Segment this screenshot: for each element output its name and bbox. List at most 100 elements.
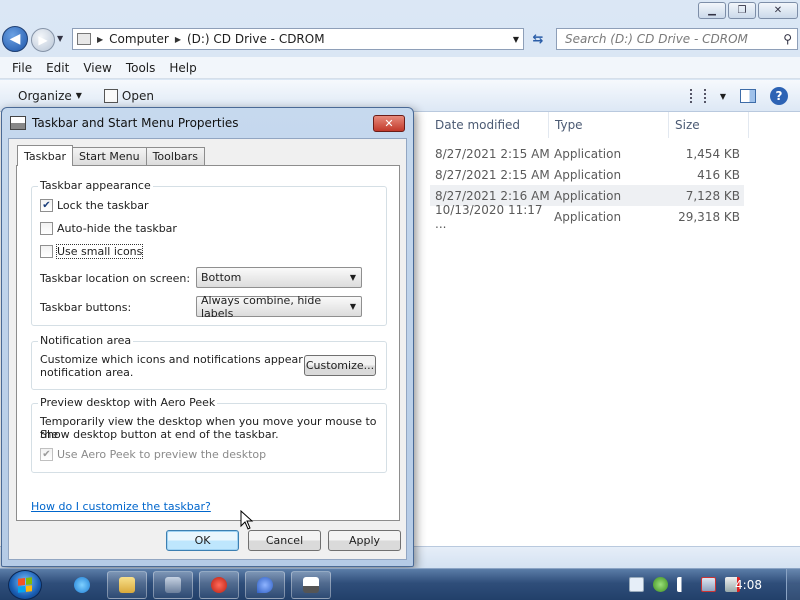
taskbar-appearance-group: Taskbar appearance ✔ Lock the taskbar Au… — [31, 179, 387, 326]
taskbar-app-3[interactable] — [245, 571, 285, 599]
taskbar-app-1[interactable] — [153, 571, 193, 599]
network-error-icon[interactable] — [701, 577, 716, 592]
taskbar-location-label: Taskbar location on screen: — [40, 272, 191, 285]
dialog-titlebar[interactable]: Taskbar and Start Menu Properties ✕ — [2, 108, 413, 138]
help-icon[interactable]: ? — [770, 87, 788, 105]
close-button[interactable]: ✕ — [758, 2, 798, 19]
column-header-type-label: Type — [555, 118, 583, 132]
apply-button[interactable]: Apply — [328, 530, 401, 551]
cancel-label: Cancel — [265, 534, 304, 547]
ok-button[interactable]: OK — [166, 530, 239, 551]
file-date: 10/13/2020 11:17 ... — [435, 202, 543, 231]
menu-bar: File Edit View Tools Help — [0, 57, 800, 79]
notification-desc-line1: Customize which icons and notifications … — [40, 353, 338, 366]
column-header-type[interactable]: Type — [549, 112, 669, 138]
breadcrumb-computer[interactable]: Computer — [109, 32, 169, 46]
taskbar: 4:08 — [0, 568, 800, 600]
taskbar-app-2[interactable] — [199, 571, 239, 599]
back-button[interactable]: ◀ — [2, 26, 28, 52]
open-button[interactable]: Open — [103, 88, 154, 103]
checkbox-checked-icon: ✔ — [40, 199, 53, 212]
taskbar-buttons-select[interactable]: Always combine, hide labels ▼ — [196, 293, 362, 320]
folder-icon — [119, 577, 135, 593]
search-icon[interactable]: ⚲ — [783, 32, 792, 46]
lock-taskbar-checkbox[interactable]: ✔ Lock the taskbar — [40, 199, 149, 212]
preview-pane-icon[interactable] — [740, 89, 756, 103]
file-size: 29,318 KB — [678, 209, 740, 224]
cancel-button[interactable]: Cancel — [248, 530, 321, 551]
breadcrumb-chevron-icon[interactable]: ▶ — [175, 35, 181, 44]
column-header-size-label: Size — [675, 118, 700, 132]
taskbar-properties-dialog: Taskbar and Start Menu Properties ✕ Task… — [1, 107, 414, 567]
notification-area-title: Notification area — [38, 334, 134, 347]
auto-hide-label: Auto-hide the taskbar — [57, 222, 177, 235]
tab-start-menu[interactable]: Start Menu — [72, 147, 147, 165]
column-header-size[interactable]: Size — [669, 112, 749, 138]
taskbar-ie[interactable] — [62, 571, 102, 599]
refresh-icon: ⇆ — [532, 31, 544, 47]
organize-button[interactable]: Organize ▼ — [18, 89, 82, 103]
dialog-title: Taskbar and Start Menu Properties — [32, 116, 239, 130]
table-row[interactable]: 8/27/2021 2:15 AM Application 1,454 KB — [430, 143, 744, 164]
aero-peek-group: Preview desktop with Aero Peek Temporari… — [31, 396, 387, 473]
breadcrumb-drive[interactable]: (D:) CD Drive - CDROM — [187, 32, 325, 46]
taskbar-buttons-value: Always combine, hide labels — [201, 293, 322, 320]
taskbar-app-4[interactable] — [291, 571, 331, 599]
file-date: 8/27/2021 2:15 AM — [435, 167, 550, 182]
column-header-date[interactable]: Date modified — [429, 112, 549, 138]
file-type: Application — [554, 146, 622, 161]
table-row[interactable]: 8/27/2021 2:15 AM Application 416 KB — [430, 164, 744, 185]
file-size: 416 KB — [697, 167, 740, 182]
show-desktop-button[interactable] — [786, 569, 800, 600]
menu-tools[interactable]: Tools — [126, 61, 156, 75]
menu-file[interactable]: File — [12, 61, 32, 75]
start-button[interactable] — [8, 570, 42, 600]
taskbar-tab-panel: Taskbar appearance ✔ Lock the taskbar Au… — [16, 165, 400, 521]
forward-arrow-icon: ▶ — [38, 33, 48, 47]
taskbar-location-select[interactable]: Bottom ▼ — [196, 267, 362, 288]
action-center-flag-icon[interactable] — [677, 577, 692, 592]
file-type: Application — [554, 188, 622, 203]
recent-pages-dropdown[interactable]: ▼ — [57, 34, 63, 43]
file-type: Application — [554, 167, 622, 182]
auto-hide-checkbox[interactable]: Auto-hide the taskbar — [40, 222, 177, 235]
maximize-button[interactable]: ❐ — [728, 2, 756, 19]
tab-taskbar[interactable]: Taskbar — [17, 145, 73, 166]
view-dropdown-icon[interactable]: ▼ — [720, 92, 726, 101]
mouse-cursor-icon — [240, 510, 254, 530]
tab-taskbar-label: Taskbar — [24, 149, 66, 163]
lock-taskbar-label: Lock the taskbar — [57, 199, 149, 212]
file-date: 8/27/2021 2:15 AM — [435, 146, 550, 161]
taskbar-explorer[interactable] — [107, 571, 147, 599]
small-icons-checkbox[interactable]: Use small icons — [40, 244, 144, 259]
checkbox-checked-icon: ✔ — [40, 448, 53, 461]
taskbar-properties-icon — [10, 116, 26, 130]
window-caption-buttons: ▁ ❐ ✕ — [698, 2, 798, 19]
help-link[interactable]: How do I customize the taskbar? — [31, 500, 211, 513]
taskbar-location-value: Bottom — [201, 271, 242, 284]
menu-view[interactable]: View — [83, 61, 111, 75]
dialog-close-button[interactable]: ✕ — [373, 115, 405, 132]
address-dropdown-icon[interactable]: ▼ — [513, 35, 519, 44]
search-input[interactable]: Search (D:) CD Drive - CDROM ⚲ — [556, 28, 798, 50]
menu-help[interactable]: Help — [169, 61, 196, 75]
document-icon[interactable] — [629, 577, 644, 592]
change-view-icon[interactable] — [689, 89, 706, 103]
chevron-down-icon: ▼ — [349, 273, 356, 282]
tab-toolbars[interactable]: Toolbars — [145, 147, 205, 165]
address-bar[interactable]: ▶ Computer ▶ (D:) CD Drive - CDROM ▼ — [72, 28, 524, 50]
taskbar-clock[interactable]: 4:08 — [735, 578, 762, 592]
aero-peek-desc-line2: Show desktop button at end of the taskba… — [40, 428, 279, 441]
column-header-date-label: Date modified — [435, 118, 521, 132]
minimize-button[interactable]: ▁ — [698, 2, 726, 19]
organize-label: Organize — [18, 88, 72, 103]
chevron-down-icon: ▼ — [75, 91, 82, 100]
aero-peek-checkbox[interactable]: ✔ Use Aero Peek to preview the desktop — [40, 448, 266, 461]
menu-edit[interactable]: Edit — [46, 61, 69, 75]
forward-button[interactable]: ▶ — [31, 28, 55, 52]
table-row[interactable]: 10/13/2020 11:17 ... Application 29,318 … — [430, 203, 744, 231]
refresh-button[interactable]: ⇆ — [528, 28, 548, 50]
security-shield-icon[interactable] — [653, 577, 668, 592]
customize-button[interactable]: Customize... — [304, 355, 376, 376]
breadcrumb-chevron-icon[interactable]: ▶ — [97, 35, 103, 44]
